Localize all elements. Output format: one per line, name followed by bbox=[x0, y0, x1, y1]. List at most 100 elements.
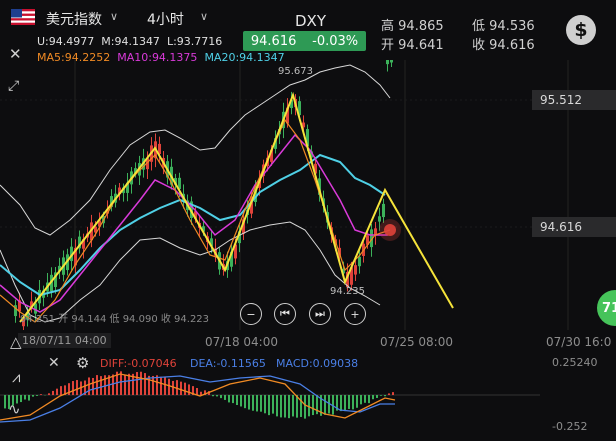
macd-bar bbox=[296, 395, 298, 418]
macd-bar bbox=[220, 395, 222, 399]
chevron-down-icon[interactable]: ∨ bbox=[110, 10, 118, 23]
next-icon[interactable]: ⏭ bbox=[309, 303, 331, 325]
price-change: -0.03% bbox=[312, 33, 359, 49]
symbol-name[interactable]: 美元指数 bbox=[46, 9, 102, 29]
macd-bar bbox=[292, 395, 294, 417]
macd-bar bbox=[212, 395, 214, 397]
zigzag-line bbox=[19, 91, 454, 323]
macd-bar bbox=[272, 395, 274, 414]
macd-bar bbox=[252, 395, 254, 411]
macd-bar bbox=[388, 393, 390, 395]
macd-bar bbox=[340, 395, 342, 412]
macd-bar bbox=[188, 384, 190, 395]
macd-bar bbox=[260, 395, 262, 412]
macd-bar bbox=[200, 391, 202, 395]
chart-grid bbox=[0, 60, 616, 330]
macd-bar bbox=[324, 395, 326, 415]
macd-bar bbox=[20, 395, 22, 403]
date-label: 07/25 08:00 bbox=[380, 335, 453, 349]
candlestick-chart[interactable] bbox=[0, 60, 616, 330]
close-stat: 收 94.616 bbox=[472, 38, 535, 53]
date-label: 07/30 16:0 bbox=[546, 335, 612, 349]
candle bbox=[354, 265, 357, 275]
macd-bar bbox=[380, 395, 382, 396]
candle bbox=[382, 203, 385, 218]
macd-bar bbox=[288, 395, 290, 419]
macd-bar bbox=[356, 395, 358, 408]
macd-diff-line bbox=[0, 373, 396, 421]
macd-bar bbox=[256, 395, 258, 412]
candle bbox=[378, 216, 381, 222]
macd-bar bbox=[360, 395, 362, 405]
macd-bar bbox=[368, 395, 370, 404]
macd-dea-line bbox=[0, 375, 395, 423]
zoom-out-icon[interactable]: − bbox=[240, 303, 262, 325]
macd-bar bbox=[312, 395, 314, 416]
chevron-down-icon[interactable]: ∨ bbox=[200, 10, 208, 23]
macd-bar bbox=[280, 395, 282, 418]
macd-bar bbox=[348, 395, 350, 409]
macd-bar bbox=[268, 395, 270, 416]
quote-box: 94.616 -0.03% bbox=[243, 31, 366, 51]
macd-bar bbox=[216, 395, 218, 397]
macd-bar bbox=[232, 395, 234, 404]
macd-bar bbox=[352, 395, 354, 410]
macd-bar bbox=[144, 373, 146, 395]
macd-bar bbox=[48, 393, 50, 395]
dollar-icon[interactable]: $ bbox=[566, 15, 596, 45]
macd-bar bbox=[4, 395, 6, 409]
boll-values: U:94.4977 M:94.1347 L:93.7716 bbox=[37, 35, 223, 48]
high-stat: 高 94.865 bbox=[381, 19, 444, 34]
open-stat: 开 94.641 bbox=[381, 38, 444, 53]
macd-bar bbox=[276, 395, 278, 417]
macd-bar bbox=[184, 382, 186, 395]
macd-bar bbox=[100, 376, 102, 395]
macd-bar bbox=[164, 376, 166, 395]
macd-bar bbox=[112, 374, 114, 395]
macd-bar bbox=[32, 395, 34, 397]
macd-bar bbox=[224, 395, 226, 400]
chart-high-label: 95.673 bbox=[278, 66, 313, 77]
candle bbox=[386, 60, 389, 65]
candle bbox=[358, 256, 361, 267]
macd-bar bbox=[372, 395, 374, 400]
low-stat: 低 94.536 bbox=[472, 19, 535, 34]
macd-bar bbox=[344, 395, 346, 412]
macd-bar bbox=[248, 395, 250, 410]
macd-bar bbox=[24, 395, 26, 400]
macd-bar bbox=[52, 390, 54, 395]
macd-bar bbox=[384, 395, 386, 397]
macd-bar bbox=[180, 381, 182, 395]
zoom-in-icon[interactable]: + bbox=[344, 303, 366, 325]
macd-bar bbox=[236, 395, 238, 406]
macd-bar bbox=[12, 395, 14, 406]
macd-bar bbox=[36, 395, 38, 396]
macd-bar bbox=[76, 380, 78, 395]
macd-chart[interactable] bbox=[0, 360, 616, 441]
chart-low-label: 94.235 bbox=[330, 286, 365, 297]
macd-bar bbox=[300, 395, 302, 417]
macd-bar bbox=[168, 378, 170, 395]
macd-bar bbox=[92, 377, 94, 395]
current-price-tag: 94.616 bbox=[532, 217, 616, 237]
macd-bar bbox=[56, 388, 58, 395]
macd-bar bbox=[364, 395, 366, 403]
timeframe-selector[interactable]: 4小时 bbox=[147, 9, 184, 29]
macd-bar bbox=[128, 373, 130, 395]
prev-icon[interactable]: ⏮ bbox=[274, 303, 296, 325]
macd-bar bbox=[88, 377, 90, 395]
crosshair-info: 94.251 开 94.144 低 94.090 收 94.223 bbox=[20, 314, 210, 325]
ticker-label: DXY bbox=[295, 12, 326, 30]
macd-bar bbox=[196, 388, 198, 395]
macd-bar bbox=[228, 395, 230, 403]
macd-bar bbox=[264, 395, 266, 414]
macd-bar bbox=[8, 395, 10, 409]
macd-bar bbox=[124, 375, 126, 395]
crosshair-date: 18/07/11 04:00 bbox=[18, 333, 111, 348]
draw-tool-icon[interactable]: △ bbox=[10, 333, 22, 351]
macd-bar bbox=[28, 395, 30, 401]
macd-bar bbox=[60, 386, 62, 395]
macd-bar bbox=[72, 381, 74, 395]
last-price: 94.616 bbox=[250, 33, 297, 49]
macd-bar bbox=[160, 376, 162, 395]
